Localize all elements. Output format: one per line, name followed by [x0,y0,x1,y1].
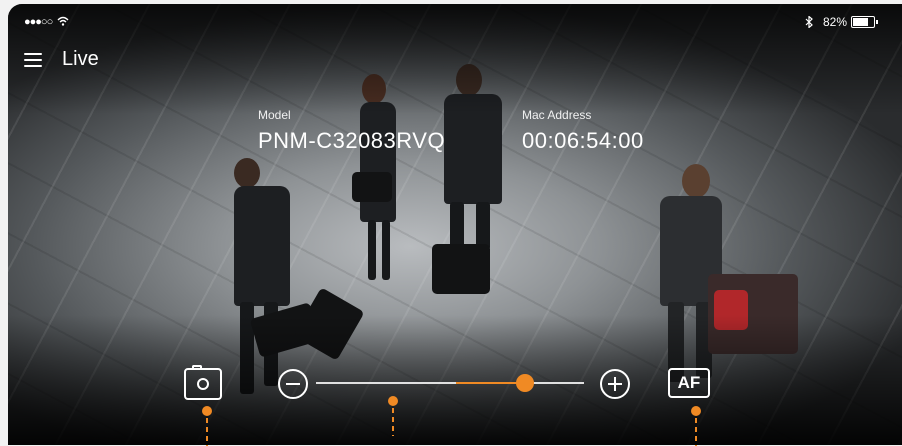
capture-marker [202,406,212,446]
wifi-icon [57,16,69,26]
zoom-slider[interactable] [316,374,584,392]
camera-icon[interactable] [184,365,222,400]
app-header: Live [24,48,99,71]
battery-percent: 82% [822,15,847,29]
autofocus-button[interactable]: AF [668,368,710,398]
model-value: PNM-C32083RVQ [258,128,446,153]
autofocus-marker [691,406,701,446]
page-title: Live [62,48,99,70]
mac-value: 00:06:54:00 [522,128,644,153]
signal-dots: ●●●○○ [24,16,53,28]
battery-status: 82% [805,15,878,29]
plus-circle-icon[interactable] [600,369,630,399]
minus-circle-icon[interactable] [278,369,308,399]
camera-controls: AF [0,365,902,406]
model-label: Model [258,108,291,122]
model-info: Model PNM-C32083RVQ [258,108,445,154]
zoom-marker [388,396,398,445]
zoom-slider-knob[interactable] [516,374,534,392]
signal-indicator: ●●●○○ [24,16,69,28]
battery-icon [851,16,875,28]
battery-level [853,18,868,26]
mac-label: Mac Address [522,108,592,122]
battery-tip [876,20,878,24]
bluetooth-icon [805,16,813,28]
mac-info: Mac Address 00:06:54:00 [522,108,644,154]
status-bar: ●●●○○ 82% [0,14,902,34]
zoom-slider-fill [456,382,525,384]
hamburger-menu-icon[interactable] [24,52,42,67]
